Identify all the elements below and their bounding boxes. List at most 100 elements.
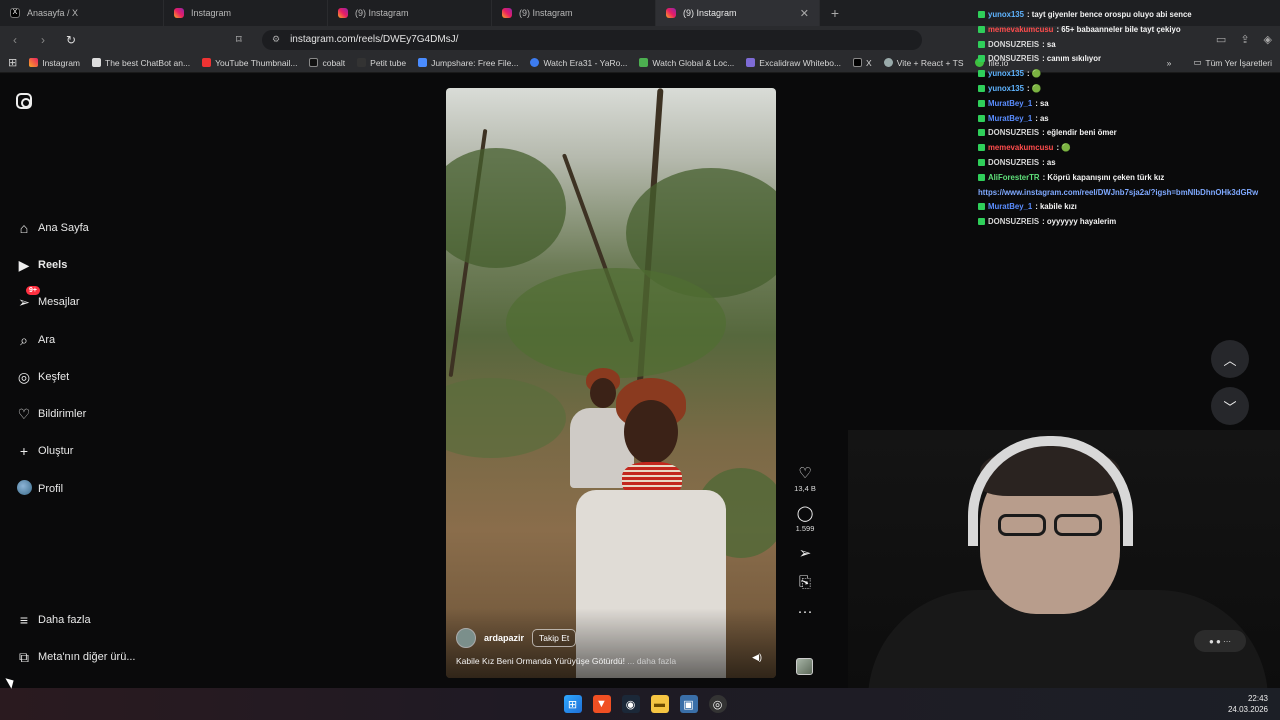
bookmark-item[interactable]: cobalt xyxy=(309,58,345,68)
more-dots-icon[interactable]: ··· xyxy=(798,604,813,620)
chat-badge-icon xyxy=(978,25,985,33)
tab-instagram-1[interactable]: Instagram xyxy=(164,0,328,26)
next-reel-button[interactable]: ﹀ xyxy=(1211,387,1249,425)
back-icon[interactable]: ‹ xyxy=(8,33,22,47)
obs-icon[interactable]: ◎ xyxy=(708,695,727,713)
bookmark-item[interactable]: Watch Global & Loc... xyxy=(639,58,734,68)
foliage xyxy=(446,378,566,458)
sidebar-item-notifications[interactable]: ♡ Bildirimler xyxy=(16,404,87,424)
sidebar-item-messages[interactable]: ➢ 9+ Mesajlar xyxy=(16,286,80,312)
reactions-pill[interactable]: ● ● ··· xyxy=(1194,630,1246,652)
previous-reel-button[interactable]: ︿ xyxy=(1211,340,1249,378)
chat-username[interactable]: DONSUZREIS xyxy=(988,40,1039,49)
close-tab-icon[interactable]: ✕ xyxy=(800,7,809,20)
bookmark-icon[interactable]: ⎘ xyxy=(799,575,811,591)
bookmark-item[interactable]: Vite + React + TS xyxy=(883,58,963,68)
bookmark-item[interactable]: The best ChatBot an... xyxy=(92,58,190,68)
tab-instagram-2[interactable]: (9) Instagram xyxy=(328,0,492,26)
chat-username[interactable]: MuratBey_1 xyxy=(988,202,1032,211)
sound-icon[interactable]: ◀) xyxy=(752,652,762,663)
chat-text: : as xyxy=(1035,113,1049,123)
chat-username[interactable]: DONSUZREIS xyxy=(988,217,1039,226)
bookmark-item[interactable]: Instagram xyxy=(29,58,80,68)
reel-video[interactable]: ardapazir Takip Et Kabile Kız Beni Orman… xyxy=(446,88,776,678)
new-tab-button[interactable]: + xyxy=(820,5,850,21)
tab-instagram-active[interactable]: (9) Instagram ✕ xyxy=(656,0,820,26)
chat-username[interactable]: DONSUZREIS xyxy=(988,158,1039,167)
steam-icon[interactable]: ◉ xyxy=(621,695,640,713)
sidebar: ⌂ Ana Sayfa ▶ Reels ➢ 9+ Mesajlar ⌕ Ara … xyxy=(0,74,240,688)
sidebar-item-more[interactable]: ≡ Daha fazla xyxy=(16,610,91,630)
hamburger-menu-icon: ≡ xyxy=(19,612,29,628)
sidebar-item-search[interactable]: ⌕ Ara xyxy=(16,330,55,350)
chat-text: : 65+ babaanneler bile tayt çekiyo xyxy=(1056,24,1181,34)
author-avatar[interactable] xyxy=(456,628,476,648)
windows-start-icon[interactable]: ⊞ xyxy=(563,695,582,713)
bookmark-item[interactable]: YouTube Thumbnail... xyxy=(202,58,297,68)
chat-username[interactable]: memevakumcusu xyxy=(988,143,1053,152)
site-info-icon[interactable]: ⚙ xyxy=(272,34,280,45)
cobalt-icon xyxy=(309,58,319,67)
chat-username[interactable]: AliForesterTR xyxy=(988,173,1040,182)
bookmark-item[interactable]: Watch Era31 - YaRo... xyxy=(530,58,627,68)
chat-username[interactable]: memevakumcusu xyxy=(988,25,1053,34)
reel-caption[interactable]: Kabile Kız Beni Ormanda Yürüyüşe Götürdü… xyxy=(456,656,676,666)
chat-username[interactable]: yunox135 xyxy=(988,10,1024,19)
audio-thumbnail[interactable] xyxy=(796,658,813,675)
petit-tube-icon xyxy=(357,58,367,67)
tab-title: (9) Instagram xyxy=(355,8,409,18)
sidebar-item-explore[interactable]: ◎ Keşfet xyxy=(16,367,69,387)
reload-icon[interactable]: ↻ xyxy=(64,33,78,47)
chat-link[interactable]: https://www.instagram.com/reel/DWJnb7sja… xyxy=(978,188,1258,197)
tab-x-home[interactable]: X Anasayfa / X xyxy=(0,0,164,26)
sidebar-item-label: Meta'nın diğer ürü... xyxy=(38,651,136,663)
chat-username[interactable]: DONSUZREIS xyxy=(988,54,1039,63)
sidebar-item-home[interactable]: ⌂ Ana Sayfa xyxy=(16,218,89,238)
sidebar-item-create[interactable]: + Oluştur xyxy=(16,441,74,461)
send-icon[interactable]: ➢ xyxy=(799,546,812,562)
bookmark-item[interactable]: Excalidraw Whitebo... xyxy=(746,58,841,68)
globe-icon xyxy=(883,58,893,67)
brave-browser-icon[interactable]: ▼ xyxy=(592,695,611,713)
sidebar-item-label: Keşfet xyxy=(38,371,70,383)
like-action[interactable]: ♡ 13,4 B xyxy=(794,466,816,494)
comment-action[interactable]: ◯ 1.599 xyxy=(796,506,815,534)
chat-username[interactable]: yunox135 xyxy=(988,84,1024,93)
heart-icon[interactable]: ♡ xyxy=(798,466,811,482)
bookmark-label: The best ChatBot an... xyxy=(105,57,191,68)
apps-grid-icon[interactable]: ⊞ xyxy=(8,56,17,69)
chat-username[interactable]: DONSUZREIS xyxy=(988,128,1039,137)
chat-text: : 🟢 xyxy=(1026,69,1042,79)
sidebar-item-profile[interactable]: Profil xyxy=(16,479,63,499)
chat-message: MuratBey_1 : as xyxy=(978,114,1049,123)
bookmark-item[interactable]: X xyxy=(853,58,872,68)
instagram-logo-icon[interactable] xyxy=(16,93,32,109)
file-explorer-icon[interactable]: ▬ xyxy=(650,695,669,713)
system-clock[interactable]: 22:43 24.03.2026 xyxy=(1228,693,1268,715)
forward-icon[interactable]: › xyxy=(36,33,50,47)
tab-instagram-3[interactable]: (9) Instagram xyxy=(492,0,656,26)
chat-message: DONSUZREIS : oyyyyyy hayalerim xyxy=(978,217,1116,226)
bookmark-item[interactable]: Petit tube xyxy=(357,58,406,68)
chat-username[interactable]: MuratBey_1 xyxy=(988,114,1032,123)
chat-message: DONSUZREIS : eğlendir beni ömer xyxy=(978,128,1117,137)
chat-username[interactable]: yunox135 xyxy=(988,69,1024,78)
stream-chat-overlay: yunox135 : tayt giyenler bence orospu ol… xyxy=(978,0,1278,230)
more-link[interactable]: ... daha fazla xyxy=(627,656,676,666)
chat-username[interactable]: MuratBey_1 xyxy=(988,99,1032,108)
comment-icon[interactable]: ◯ xyxy=(797,506,814,522)
follow-button[interactable]: Takip Et xyxy=(532,629,577,647)
chat-badge-icon xyxy=(978,99,985,107)
bookmark-page-icon[interactable]: ⌑ xyxy=(236,33,242,46)
sidebar-item-reels[interactable]: ▶ Reels xyxy=(16,255,68,275)
sidebar-item-meta[interactable]: ⧉ Meta'nın diğer ürü... xyxy=(16,647,136,667)
author-username[interactable]: ardapazir xyxy=(484,633,524,643)
app-icon[interactable]: ▣ xyxy=(679,695,698,713)
more-options[interactable]: ··· xyxy=(798,604,813,620)
save-action[interactable]: ⎘ xyxy=(799,575,811,591)
sidebar-item-label: Mesajlar xyxy=(38,296,80,308)
bookmark-item[interactable]: Jumpshare: Free File... xyxy=(418,58,518,68)
share-action[interactable]: ➢ xyxy=(799,546,812,562)
address-bar[interactable]: ⚙ instagram.com/reels/DWEy7G4DMsJ/ xyxy=(262,29,922,50)
sidebar-item-label: Reels xyxy=(38,259,68,271)
